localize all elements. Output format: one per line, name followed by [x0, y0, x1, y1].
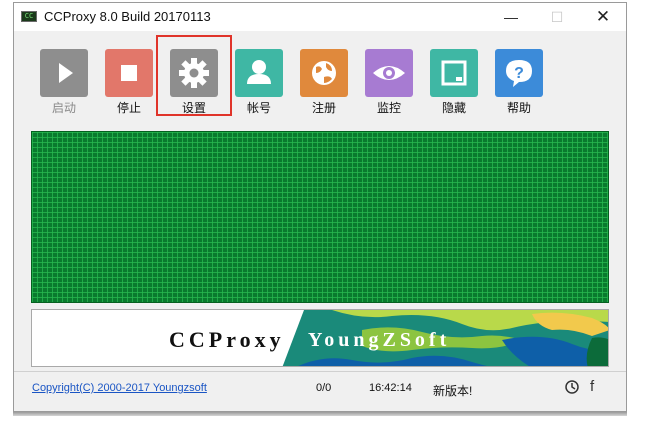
status-time: 16:42:14 [369, 382, 412, 394]
account-label: 帐号 [246, 101, 271, 115]
monitor-button[interactable]: 监控 [363, 49, 415, 115]
help-button[interactable]: ? 帮助 [493, 49, 545, 115]
new-version-link[interactable]: 新版本! [433, 382, 472, 399]
start-label: 启动 [51, 101, 76, 115]
globe-icon [300, 49, 348, 97]
maximize-button[interactable]: ☐ [534, 3, 580, 31]
clock-icon[interactable] [565, 380, 579, 394]
help-label: 帮助 [506, 101, 531, 115]
app-icon: CC [21, 11, 37, 22]
banner-company-text: YoungZSoft [308, 329, 451, 351]
hide-label: 隐藏 [441, 101, 466, 115]
monitor-grid [31, 131, 609, 303]
toolbar: 启动 停止 设置 帐号 注册 监控 隐藏 ? 帮助 [14, 31, 626, 119]
window-icon [430, 49, 478, 97]
register-label: 注册 [311, 101, 336, 115]
play-icon [40, 49, 88, 97]
help-icon: ? [495, 49, 543, 97]
stop-icon [105, 49, 153, 97]
stop-label: 停止 [116, 101, 141, 115]
stop-button[interactable]: 停止 [103, 49, 155, 115]
close-button[interactable]: ✕ [580, 3, 626, 31]
eye-icon [365, 49, 413, 97]
window-title: CCProxy 8.0 Build 20170113 [44, 9, 211, 24]
title-bar[interactable]: CC CCProxy 8.0 Build 20170113 — ☐ ✕ [14, 3, 626, 31]
facebook-icon[interactable]: f [590, 378, 594, 395]
hide-button[interactable]: 隐藏 [428, 49, 480, 115]
ccproxy-window: CC CCProxy 8.0 Build 20170113 — ☐ ✕ 启动 停… [13, 2, 627, 412]
settings-highlight-box [156, 35, 232, 116]
connection-count: 0/0 [316, 382, 332, 394]
account-button[interactable]: 帐号 [233, 49, 285, 115]
user-icon [235, 49, 283, 97]
start-button[interactable]: 启动 [38, 49, 90, 115]
window-shadow [13, 412, 627, 416]
monitor-label: 监控 [376, 101, 401, 115]
banner-product-text: CCProxy [169, 327, 285, 352]
status-bar: Copyright(C) 2000-2017 Youngzsoft 0/0 16… [14, 371, 626, 410]
svg-text:?: ? [514, 65, 524, 82]
ccproxy-banner[interactable]: CCProxy YoungZSoft [31, 309, 609, 367]
copyright-link[interactable]: Copyright(C) 2000-2017 Youngzsoft [32, 382, 207, 394]
register-button[interactable]: 注册 [298, 49, 350, 115]
minimize-button[interactable]: — [488, 3, 534, 31]
